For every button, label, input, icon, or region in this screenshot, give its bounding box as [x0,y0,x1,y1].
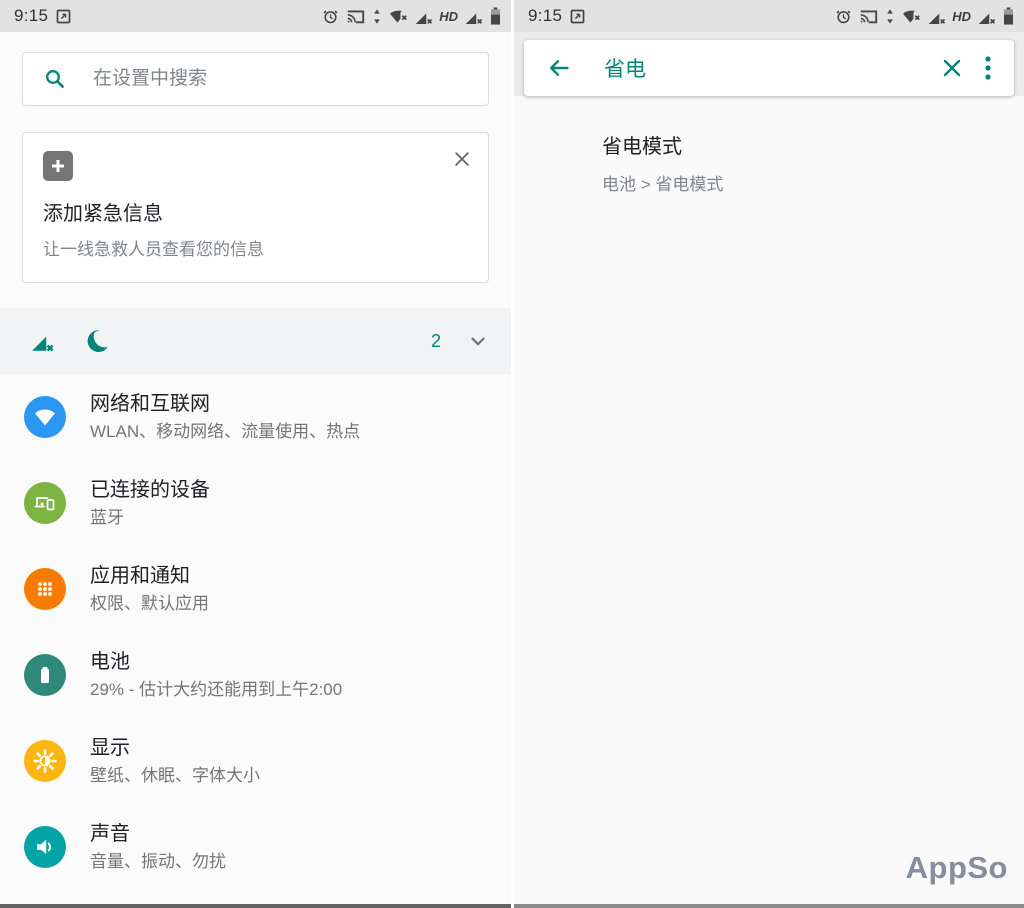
appso-watermark: AppSo [906,850,1008,886]
settings-category-list: 网络和互联网 WLAN、移动网络、流量使用、热点 已连接的设备 蓝牙 应 [0,374,511,908]
cell-signal-off-icon [465,8,483,25]
cast-icon [859,8,878,25]
clear-search-icon[interactable] [930,50,974,86]
item-subtitle: 壁纸、休眠、字体大小 [90,765,260,787]
status-bar: 9:15 HD [0,0,511,32]
item-title: 应用和通知 [90,563,209,589]
settings-item-network[interactable]: 网络和互联网 WLAN、移动网络、流量使用、热点 [0,374,511,460]
wifi-off-icon [389,8,408,25]
night-light-moon-icon [84,328,110,354]
suggestions-count: 2 [431,331,441,352]
status-time: 9:15 [528,6,562,26]
item-title: 已连接的设备 [90,477,210,503]
navigation-bar-edge [514,904,1024,908]
item-title: 声音 [90,821,226,847]
search-header-bar [524,40,1014,96]
wifi-off-icon [902,8,921,25]
emergency-card-title: 添加紧急信息 [43,197,468,226]
updown-arrows-icon [372,8,382,25]
cell-signal-off-icon [30,329,56,353]
item-subtitle: 29% - 估计大约还能用到上午2:00 [90,679,342,701]
search-result-item[interactable]: 省电模式 电池 > 省电模式 [602,130,1024,195]
search-query-input[interactable] [604,56,930,80]
item-title: 电池 [90,649,342,675]
devices-icon [24,482,66,524]
battery-icon [490,7,501,25]
screen-overlay-icon [569,8,586,25]
wifi-icon [24,396,66,438]
item-title: 显示 [90,735,260,761]
chevron-down-icon[interactable] [463,326,493,356]
settings-item-display[interactable]: 显示 壁纸、休眠、字体大小 [0,718,511,804]
updown-arrows-icon [885,8,895,25]
status-time: 9:15 [14,6,48,26]
battery-icon [1003,7,1014,25]
settings-item-connected-devices[interactable]: 已连接的设备 蓝牙 [0,460,511,546]
cell-signal-off-icon [928,8,946,25]
hd-badge: HD [952,9,971,24]
settings-item-battery[interactable]: 电池 29% - 估计大约还能用到上午2:00 [0,632,511,718]
close-icon[interactable] [448,145,476,173]
settings-item-sound[interactable]: 声音 音量、振动、勿扰 [0,804,511,890]
brightness-icon [24,740,66,782]
suggestions-collapsed-bar[interactable]: 2 [0,308,511,374]
cast-icon [346,8,365,25]
settings-search-bar[interactable] [22,52,489,106]
navigation-bar-edge [0,904,511,908]
item-subtitle: 权限、默认应用 [90,593,209,615]
search-results: 省电模式 电池 > 省电模式 [514,96,1024,195]
dual-screenshot: 9:15 HD [0,0,1024,908]
emergency-card-subtitle: 让一线急救人员查看您的信息 [43,235,468,260]
battery-icon [24,654,66,696]
result-title: 省电模式 [602,130,1024,159]
item-subtitle: WLAN、移动网络、流量使用、热点 [90,421,360,443]
medical-plus-icon [43,151,73,181]
alarm-icon [835,8,852,25]
search-header-wrap [514,32,1024,96]
cell-signal-off-icon [415,8,433,25]
alarm-icon [322,8,339,25]
item-title: 网络和互联网 [90,391,360,417]
status-bar: 9:15 HD [514,0,1024,32]
item-subtitle: 音量、振动、勿扰 [90,851,226,873]
screen-overlay-icon [55,8,72,25]
item-subtitle: 蓝牙 [90,507,210,529]
settings-home-screen: 9:15 HD [0,0,511,908]
apps-grid-icon [24,568,66,610]
back-arrow-icon[interactable] [536,50,582,86]
emergency-info-card[interactable]: 添加紧急信息 让一线急救人员查看您的信息 [22,132,489,283]
cell-signal-off-icon [978,8,996,25]
search-input[interactable] [93,68,472,90]
hd-badge: HD [439,9,458,24]
settings-search-results-screen: 9:15 HD [514,0,1024,908]
result-breadcrumb: 电池 > 省电模式 [602,170,1024,195]
overflow-menu-icon[interactable] [974,49,1002,87]
settings-item-apps-notifications[interactable]: 应用和通知 权限、默认应用 [0,546,511,632]
volume-icon [24,826,66,868]
search-icon [43,67,67,91]
